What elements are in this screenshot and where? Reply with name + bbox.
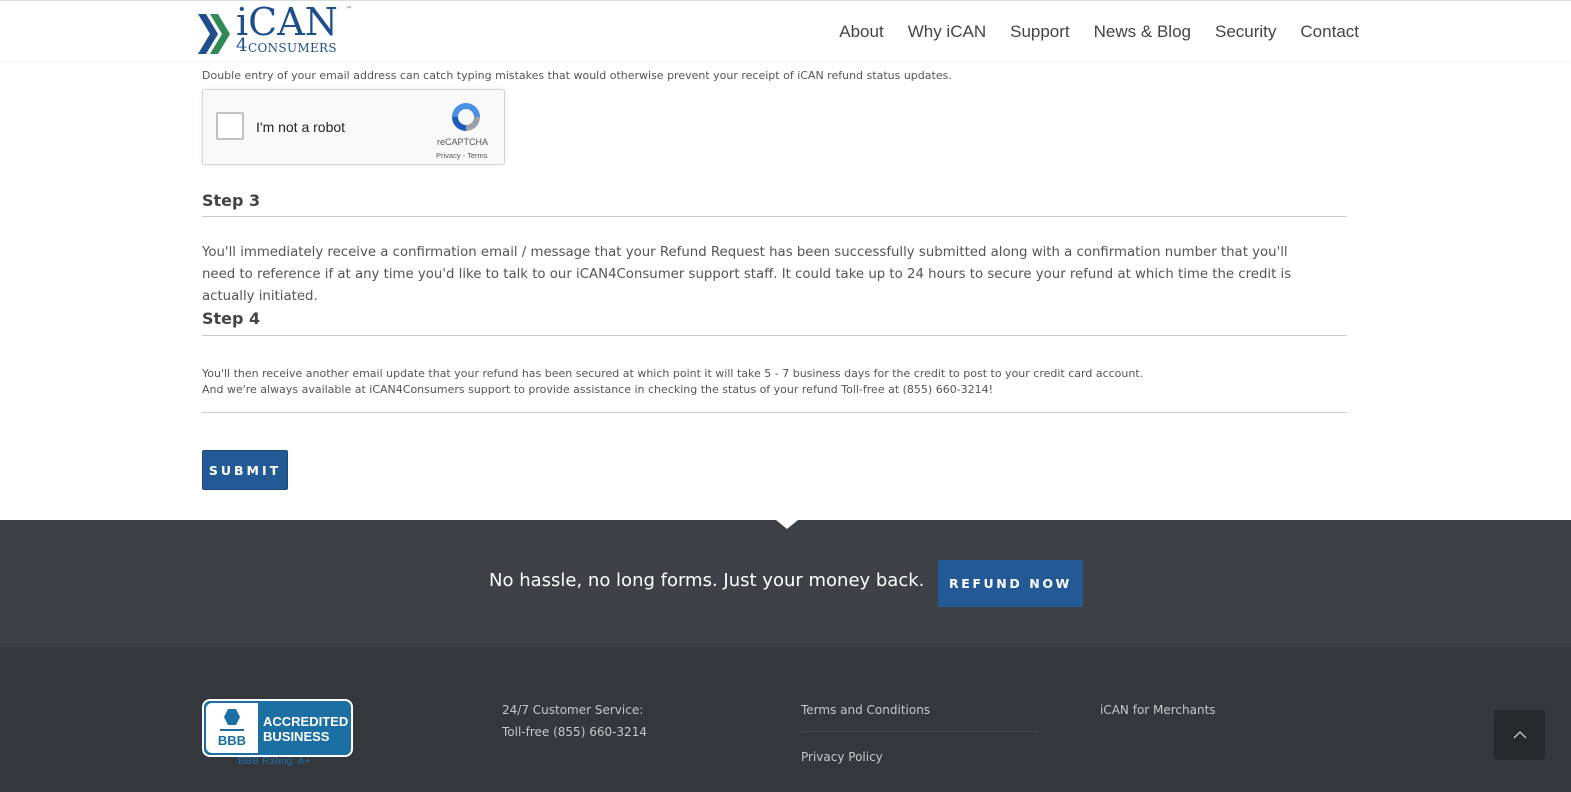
submit-button[interactable]: SUBMIT: [202, 450, 288, 490]
nav-about[interactable]: About: [839, 22, 883, 42]
callout-tagline: No hassle, no long forms. Just your mone…: [489, 570, 925, 591]
callout-band: No hassle, no long forms. Just your mone…: [0, 520, 1571, 647]
bbb-accredited-text: ACCREDITED BUSINESS: [263, 714, 348, 744]
logo-subtext: CONSUMERS: [248, 41, 337, 55]
site-header: iCAN ™ 4 CONSUMERS About Why iCAN Suppor…: [0, 0, 1571, 61]
bbb-line-1: ACCREDITED: [263, 714, 349, 729]
bbb-line-2: BUSINESS: [263, 729, 330, 744]
recaptcha-privacy-terms-link[interactable]: Privacy - Terms: [436, 151, 488, 160]
footer-customer-service: 24/7 Customer Service: Toll-free (855) 6…: [502, 699, 647, 743]
form-bottom-divider: [202, 412, 1347, 413]
band-notch: [776, 520, 798, 529]
bbb-seal-icon: BBB: [206, 703, 258, 753]
trademark-mark: ™: [346, 6, 352, 13]
step-4-line-2: And we're always available at iCAN4Consu…: [202, 383, 994, 396]
ican4consumers-logo[interactable]: iCAN ™ 4 CONSUMERS: [198, 0, 358, 60]
service-label: 24/7 Customer Service:: [502, 703, 644, 717]
recaptcha-icon: [452, 103, 480, 131]
recaptcha-checkbox[interactable]: [216, 112, 244, 140]
nav-news-blog[interactable]: News & Blog: [1094, 22, 1191, 42]
service-phone: Toll-free (855) 660-3214: [502, 725, 647, 739]
logo-text: iCAN: [236, 0, 338, 44]
logo-four: 4: [236, 35, 248, 56]
footer-link-divider: [801, 731, 1038, 732]
step-4-divider: [202, 335, 1347, 336]
chevron-up-icon: [1513, 731, 1526, 739]
step-3-divider: [202, 216, 1347, 217]
step-3-text: You'll immediately receive a confirmatio…: [202, 245, 1292, 304]
nav-contact[interactable]: Contact: [1300, 22, 1359, 42]
recaptcha-widget: I'm not a robot reCAPTCHA Privacy - Term…: [202, 89, 505, 165]
recaptcha-label: I'm not a robot: [256, 119, 346, 135]
nav-security[interactable]: Security: [1215, 22, 1276, 42]
privacy-link[interactable]: Privacy Policy: [801, 746, 883, 768]
main-nav: About Why iCAN Support News & Blog Secur…: [839, 22, 1359, 42]
recaptcha-brand: reCAPTCHA: [437, 137, 489, 147]
site-footer: BBB ACCREDITED BUSINESS BBB Rating: A+ 2…: [0, 647, 1571, 792]
refund-now-button[interactable]: REFUND NOW: [938, 560, 1083, 607]
step-3-title: Step 3: [202, 191, 261, 210]
terms-link[interactable]: Terms and Conditions: [801, 699, 930, 721]
step-4-line-1: You'll then receive another email update…: [202, 367, 1144, 380]
step-4-title: Step 4: [202, 309, 261, 328]
back-to-top-button[interactable]: [1494, 710, 1545, 760]
bbb-rating[interactable]: BBB Rating: A+: [238, 755, 311, 767]
chevrons-icon: [198, 14, 230, 54]
merchants-link[interactable]: iCAN for Merchants: [1100, 699, 1216, 721]
bbb-seal-text: BBB: [218, 733, 246, 748]
email-hint: Double entry of your email address can c…: [202, 69, 952, 82]
nav-support[interactable]: Support: [1010, 22, 1070, 42]
nav-why-ican[interactable]: Why iCAN: [908, 22, 986, 42]
bbb-accredited-badge[interactable]: BBB ACCREDITED BUSINESS: [202, 699, 353, 757]
